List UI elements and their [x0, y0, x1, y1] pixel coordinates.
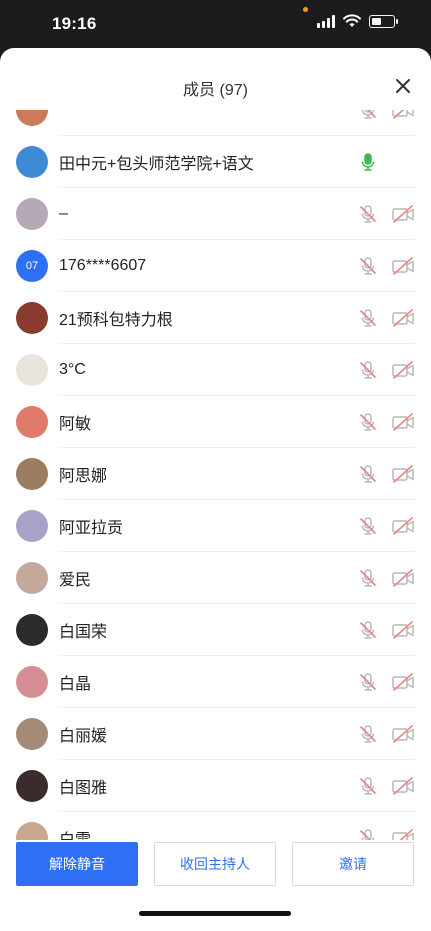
- camera-off-icon[interactable]: [391, 516, 415, 536]
- privacy-indicator-dot: [303, 7, 308, 12]
- camera-off-icon[interactable]: [391, 110, 415, 120]
- member-row[interactable]: 阿思娜: [0, 448, 431, 500]
- member-row[interactable]: 田中元+包头师范学院+语文: [0, 136, 431, 188]
- member-row[interactable]: –: [0, 188, 431, 240]
- status-time: 19:16: [52, 14, 97, 33]
- camera-off-icon[interactable]: [391, 828, 415, 840]
- member-row[interactable]: 白丽媛: [0, 708, 431, 760]
- panel-title: 成员 (97): [183, 82, 248, 99]
- member-avatar: [16, 510, 48, 542]
- camera-off-icon[interactable]: [391, 360, 415, 380]
- member-name: 3°C: [59, 361, 86, 378]
- member-row[interactable]: 白图雅: [0, 760, 431, 812]
- camera-off-icon[interactable]: [391, 204, 415, 224]
- wifi-icon: [343, 14, 361, 27]
- member-name: 白晶: [59, 676, 92, 693]
- camera-off-icon[interactable]: [391, 776, 415, 796]
- camera-off-icon[interactable]: [391, 412, 415, 432]
- camera-off-icon[interactable]: [391, 568, 415, 588]
- microphone-muted-icon[interactable]: [358, 568, 378, 588]
- invite-button[interactable]: 邀请: [292, 842, 414, 886]
- camera-off-icon[interactable]: [391, 620, 415, 640]
- camera-off-icon[interactable]: [391, 724, 415, 744]
- microphone-muted-icon[interactable]: [358, 308, 378, 328]
- member-name: 176****6607: [59, 257, 147, 274]
- camera-off-icon[interactable]: [391, 464, 415, 484]
- member-name: –: [59, 205, 68, 222]
- microphone-muted-icon[interactable]: [358, 828, 378, 840]
- member-name: 21预科包特力根: [59, 312, 173, 329]
- footer-actions: 解除静音 收回主持人 邀请: [0, 840, 431, 931]
- member-row[interactable]: 阿亚拉贡: [0, 500, 431, 552]
- member-name: 白丽媛: [59, 728, 108, 745]
- member-name: 阿思娜: [59, 468, 108, 485]
- member-avatar: [16, 718, 48, 750]
- panel-header: 成员 (97): [0, 48, 431, 110]
- microphone-muted-icon[interactable]: [358, 412, 378, 432]
- member-row[interactable]: 3°C: [0, 344, 431, 396]
- microphone-muted-icon[interactable]: [358, 724, 378, 744]
- member-name: 阿亚拉贡: [59, 520, 124, 537]
- member-row[interactable]: 爱民: [0, 552, 431, 604]
- microphone-muted-icon[interactable]: [358, 256, 378, 276]
- camera-off-icon[interactable]: [391, 308, 415, 328]
- microphone-muted-icon[interactable]: [358, 620, 378, 640]
- member-avatar: [16, 302, 48, 334]
- member-name: 白图雅: [59, 780, 108, 797]
- member-avatar: [16, 198, 48, 230]
- member-avatar: [16, 110, 48, 126]
- microphone-muted-icon[interactable]: [358, 776, 378, 796]
- member-avatar: [16, 146, 48, 178]
- member-name: 阿敏: [59, 416, 92, 433]
- microphone-muted-icon[interactable]: [358, 360, 378, 380]
- member-avatar: 07: [16, 250, 48, 282]
- status-bar: 19:16: [0, 0, 431, 48]
- member-row[interactable]: 21预科包特力根: [0, 292, 431, 344]
- member-avatar: [16, 354, 48, 386]
- camera-off-icon[interactable]: [391, 672, 415, 692]
- member-row[interactable]: 白国荣: [0, 604, 431, 656]
- member-name: 白雪: [59, 826, 91, 840]
- member-row[interactable]: 白晶: [0, 656, 431, 708]
- battery-icon: [369, 14, 398, 28]
- member-row[interactable]: [0, 110, 431, 136]
- member-avatar: [16, 614, 48, 646]
- members-panel: 成员 (97) 田中元+包头师范学院+语文 – 07 176****6607 21预科包…: [0, 48, 431, 931]
- member-name: 田中元+包头师范学院+语文: [59, 156, 254, 173]
- microphone-muted-icon[interactable]: [358, 464, 378, 484]
- member-avatar: [16, 406, 48, 438]
- home-indicator[interactable]: [139, 911, 291, 916]
- reclaim-host-button[interactable]: 收回主持人: [154, 842, 276, 886]
- microphone-muted-icon[interactable]: [358, 110, 378, 120]
- unmute-all-button[interactable]: 解除静音: [16, 842, 138, 886]
- member-avatar: [16, 666, 48, 698]
- microphone-muted-icon[interactable]: [358, 672, 378, 692]
- camera-off-icon[interactable]: [391, 256, 415, 276]
- member-avatar: [16, 562, 48, 594]
- member-avatar: [16, 458, 48, 490]
- member-list[interactable]: 田中元+包头师范学院+语文 – 07 176****6607 21预科包特力根 3°C 阿敏…: [0, 110, 431, 840]
- member-avatar: [16, 770, 48, 802]
- member-name: 爱民: [59, 572, 92, 589]
- member-row[interactable]: 07 176****6607: [0, 240, 431, 292]
- member-name: 白国荣: [59, 624, 108, 641]
- microphone-active-icon[interactable]: [358, 152, 378, 172]
- member-row[interactable]: 阿敏: [0, 396, 431, 448]
- status-icons: [317, 14, 398, 28]
- member-avatar: [16, 822, 48, 840]
- close-icon[interactable]: [393, 76, 413, 96]
- member-row[interactable]: 白雪: [0, 812, 431, 840]
- cellular-signal-icon: [317, 14, 335, 28]
- microphone-muted-icon[interactable]: [358, 204, 378, 224]
- microphone-muted-icon[interactable]: [358, 516, 378, 536]
